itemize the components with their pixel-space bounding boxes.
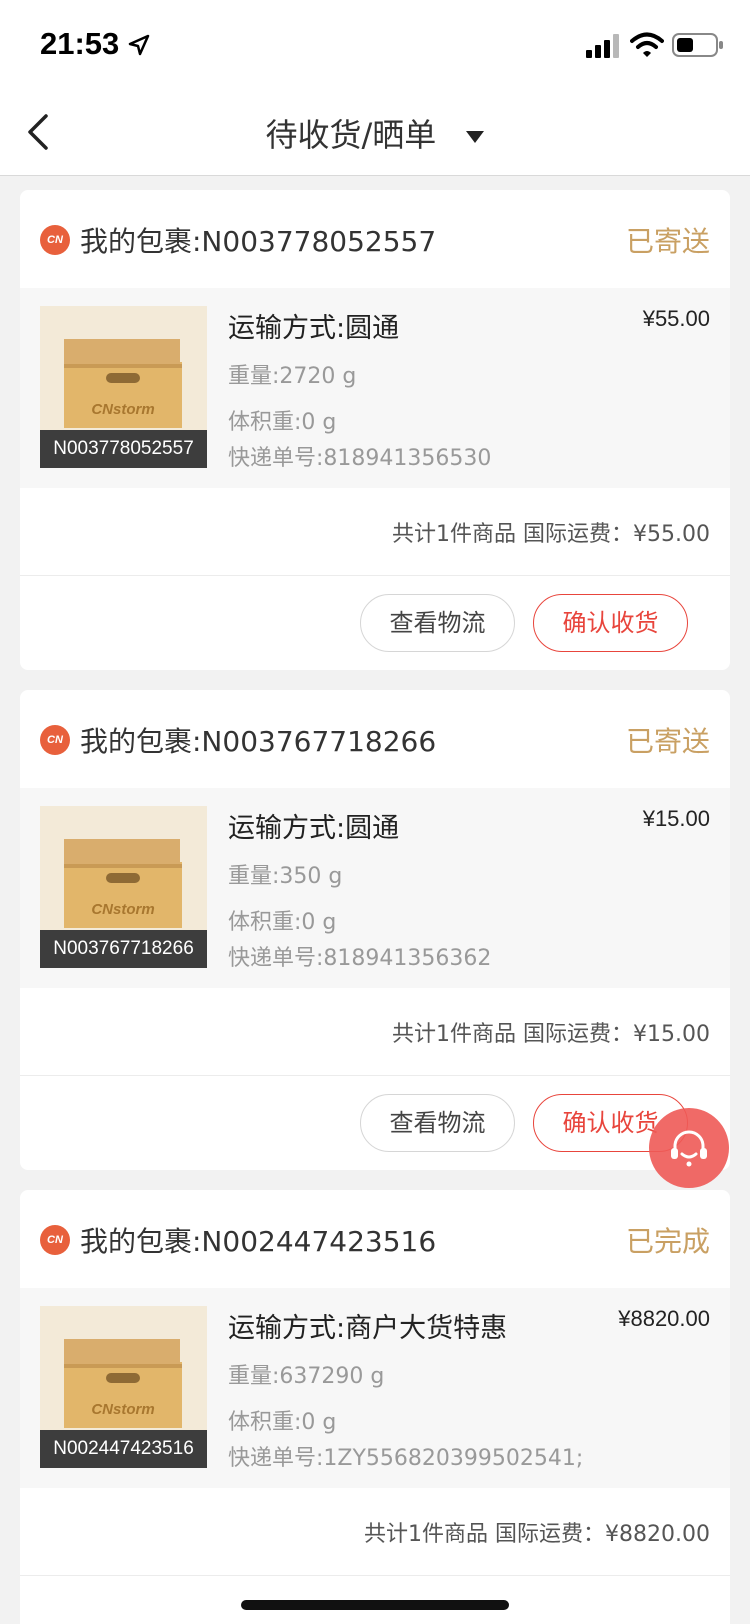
package-actions: 查看物流 确认收货 [20,1076,730,1170]
package-header[interactable]: CN 我的包裹:N002447423516 已完成 [20,1190,730,1288]
volume-weight: 体积重:0 g [228,410,337,435]
package-summary: 共计1件商品 国际运费：¥55.00 [20,488,730,576]
tracking-number: 快递单号:1ZY556820399502541; [228,1446,584,1471]
shipping-method: 运输方式:圆通 [228,813,400,844]
tracking-number: 快递单号:818941356362 [228,946,492,971]
package-price: ¥8820.00 [618,1306,710,1331]
summary-text: 共计1件商品 国际运费：¥55.00 [392,522,710,547]
shipping-method: 运输方式:商户大货特惠 [228,1313,508,1344]
package-status: 已寄送 [625,225,710,258]
package-card: CN 我的包裹:N002447423516 已完成 CNstorm N00244… [20,1190,730,1624]
summary-text: 共计1件商品 国际运费：¥15.00 [392,1022,710,1047]
package-body[interactable]: CNstorm N003767718266 运输方式:圆通 ¥15.00 重量:… [20,788,730,988]
box-brand-text: CNstorm [91,401,154,418]
tracking-number: 快递单号:818941356530 [228,446,492,471]
package-thumbnail: CNstorm N002447423516 [40,1306,207,1468]
package-number: 我的包裹:N002447423516 [80,1225,437,1258]
package-card: CN 我的包裹:N003778052557 已寄送 CNstorm N00377… [20,190,730,670]
package-card: CN 我的包裹:N003767718266 已寄送 CNstorm N00376… [20,690,730,1170]
package-header[interactable]: CN 我的包裹:N003767718266 已寄送 [20,690,730,788]
volume-weight: 体积重:0 g [228,1410,337,1435]
package-number: 我的包裹:N003778052557 [80,225,437,258]
package-status: 已寄送 [625,725,710,758]
package-thumbnail: CNstorm N003767718266 [40,806,207,968]
package-header[interactable]: CN 我的包裹:N003778052557 已寄送 [20,190,730,288]
box-brand-text: CNstorm [91,901,154,918]
status-bar: 21:53 [0,0,750,88]
thumbnail-caption: N003778052557 [40,430,207,468]
package-number: 我的包裹:N003767718266 [80,725,437,758]
cn-logo-icon: CN [40,1225,70,1255]
thumbnail-caption: N003767718266 [40,930,207,968]
page-title: 待收货/晒单 [265,116,437,154]
package-weight: 重量:2720 g [228,364,357,389]
home-indicator [241,1600,509,1610]
package-summary: 共计1件商品 国际运费：¥8820.00 [20,1488,730,1576]
customer-service-icon [671,1130,707,1167]
nav-title-dropdown[interactable]: 待收货/晒单 [0,110,750,156]
package-summary: 共计1件商品 国际运费：¥15.00 [20,988,730,1076]
thumbnail-caption: N002447423516 [40,1430,207,1468]
nav-bar: 待收货/晒单 [0,88,750,176]
cn-logo-icon: CN [40,225,70,255]
package-actions: 查看物流 确认收货 [20,576,730,670]
location-arrow-icon [128,34,150,56]
package-weight: 重量:637290 g [228,1364,385,1389]
signal-icon [586,34,619,58]
battery-icon [672,33,723,57]
box-brand-text: CNstorm [91,1401,154,1418]
dropdown-caret-icon [466,131,485,143]
package-price: ¥15.00 [642,806,710,831]
cn-logo-icon: CN [40,725,70,755]
package-body[interactable]: CNstorm N002447423516 运输方式:商户大货特惠 ¥8820.… [20,1288,730,1488]
volume-weight: 体积重:0 g [228,910,337,935]
shipping-method: 运输方式:圆通 [228,313,400,344]
package-price: ¥55.00 [642,306,710,331]
confirm-receipt-button[interactable]: 确认收货 [533,594,688,652]
view-logistics-button[interactable]: 查看物流 [360,1094,515,1152]
package-weight: 重量:350 g [228,864,343,889]
summary-text: 共计1件商品 国际运费：¥8820.00 [364,1522,710,1547]
package-thumbnail: CNstorm N003778052557 [40,306,207,468]
customer-service-button[interactable] [649,1108,729,1188]
wifi-icon [630,32,664,57]
package-body[interactable]: CNstorm N003778052557 运输方式:圆通 ¥55.00 重量:… [20,288,730,488]
status-time: 21:53 [40,26,120,61]
view-logistics-button[interactable]: 查看物流 [360,594,515,652]
package-status: 已完成 [625,1225,710,1258]
